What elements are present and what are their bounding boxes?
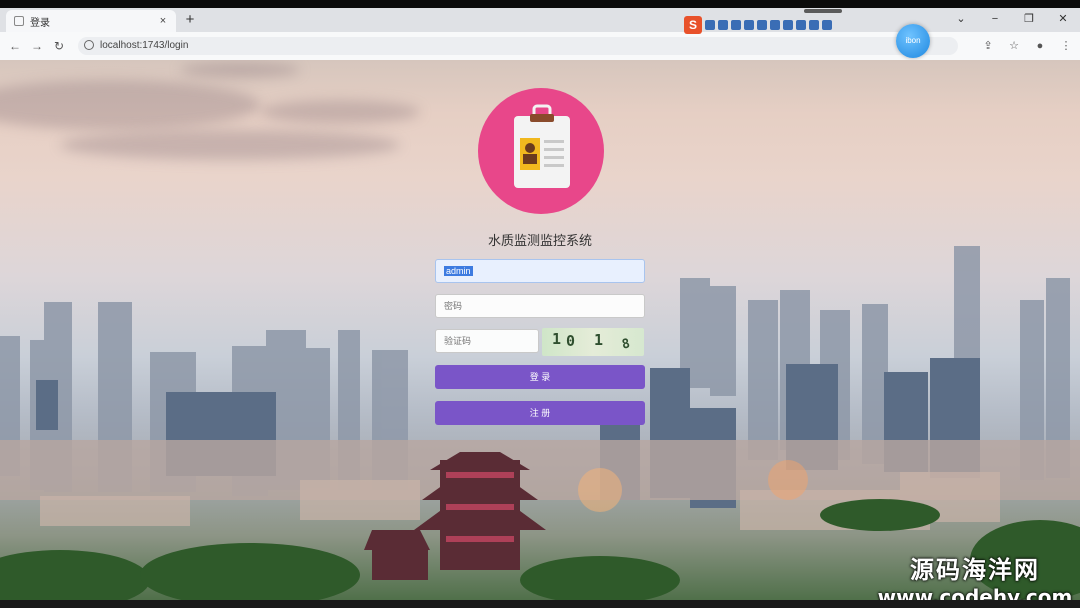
ime-punct-icon[interactable]	[718, 20, 728, 30]
ime-keyboard-icon[interactable]	[757, 20, 767, 30]
ime-settings-icon[interactable]	[822, 20, 832, 30]
site-watermark: 源码海洋网 www.codehy.com	[870, 550, 1080, 600]
letterbox-bottom	[0, 600, 1080, 608]
login-page: 水质监测监控系统 admin 1 0 1 8 登 录 注 册 源码海洋网 www…	[0, 60, 1080, 600]
username-input[interactable]: admin	[435, 259, 645, 283]
password-input[interactable]	[435, 294, 645, 318]
reload-button[interactable]: ↻	[50, 36, 68, 56]
floating-assistant-bubble[interactable]: ibon	[896, 24, 930, 58]
url-text: localhost:1743/login	[100, 40, 189, 51]
ime-mode-icon[interactable]	[705, 20, 715, 30]
menu-icon[interactable]: ⋮	[1058, 36, 1074, 56]
captcha-char: 0	[566, 332, 576, 350]
ime-emoji-icon[interactable]	[731, 20, 741, 30]
address-bar[interactable]: localhost:1743/login	[78, 37, 958, 55]
ime-toolbar: S	[684, 9, 844, 35]
watermark-cn: 源码海洋网	[910, 556, 1040, 584]
letterbox-top	[0, 0, 1080, 8]
sogou-logo-icon[interactable]: S	[684, 16, 702, 34]
forward-button[interactable]: →	[28, 36, 46, 56]
watermark-en: www.codehy.com	[877, 585, 1073, 600]
maximize-button[interactable]: ❐	[1012, 8, 1046, 30]
screen: 登录 × + ⌄ − ❐ ✕ ← → ↻ localhost:1743/logi…	[0, 0, 1080, 608]
minimize-button[interactable]: −	[978, 8, 1012, 30]
toolbar-actions: ⇪ ☆ ● ⋮	[980, 36, 1074, 56]
page-icon	[14, 16, 24, 26]
app-title: 水质监测监控系统	[487, 233, 592, 248]
id-badge-icon	[514, 104, 570, 188]
ime-skin-icon[interactable]	[770, 20, 780, 30]
captcha-char: 1	[594, 331, 604, 349]
ime-grid-icon[interactable]	[809, 20, 819, 30]
new-tab-button[interactable]: +	[182, 12, 198, 28]
tab-title: 登录	[30, 17, 50, 29]
ime-drag-handle[interactable]	[804, 9, 842, 13]
login-button[interactable]: 登 录	[435, 365, 645, 389]
captcha-char: 1	[552, 330, 562, 348]
login-avatar-circle	[478, 88, 604, 214]
username-value: admin	[444, 266, 473, 276]
ime-toolbox-icon[interactable]	[796, 20, 806, 30]
ime-voice-icon[interactable]	[744, 20, 754, 30]
captcha-image[interactable]: 1 0 1 8	[542, 328, 644, 356]
close-window-button[interactable]: ✕	[1046, 8, 1080, 30]
site-info-icon[interactable]	[84, 40, 94, 50]
ime-user-icon[interactable]	[783, 20, 793, 30]
bookmark-star-icon[interactable]: ☆	[1006, 36, 1022, 56]
profile-icon[interactable]: ●	[1032, 36, 1048, 56]
captcha-input[interactable]	[435, 329, 539, 353]
close-tab-icon[interactable]: ×	[156, 15, 170, 27]
captcha-char: 8	[620, 336, 632, 353]
back-button[interactable]: ←	[6, 36, 24, 56]
share-icon[interactable]: ⇪	[980, 36, 996, 56]
tab-search-icon[interactable]: ⌄	[944, 8, 978, 30]
register-button[interactable]: 注 册	[435, 401, 645, 425]
window-controls: ⌄ − ❐ ✕	[944, 8, 1080, 30]
tab-login[interactable]: 登录 ×	[6, 10, 176, 32]
